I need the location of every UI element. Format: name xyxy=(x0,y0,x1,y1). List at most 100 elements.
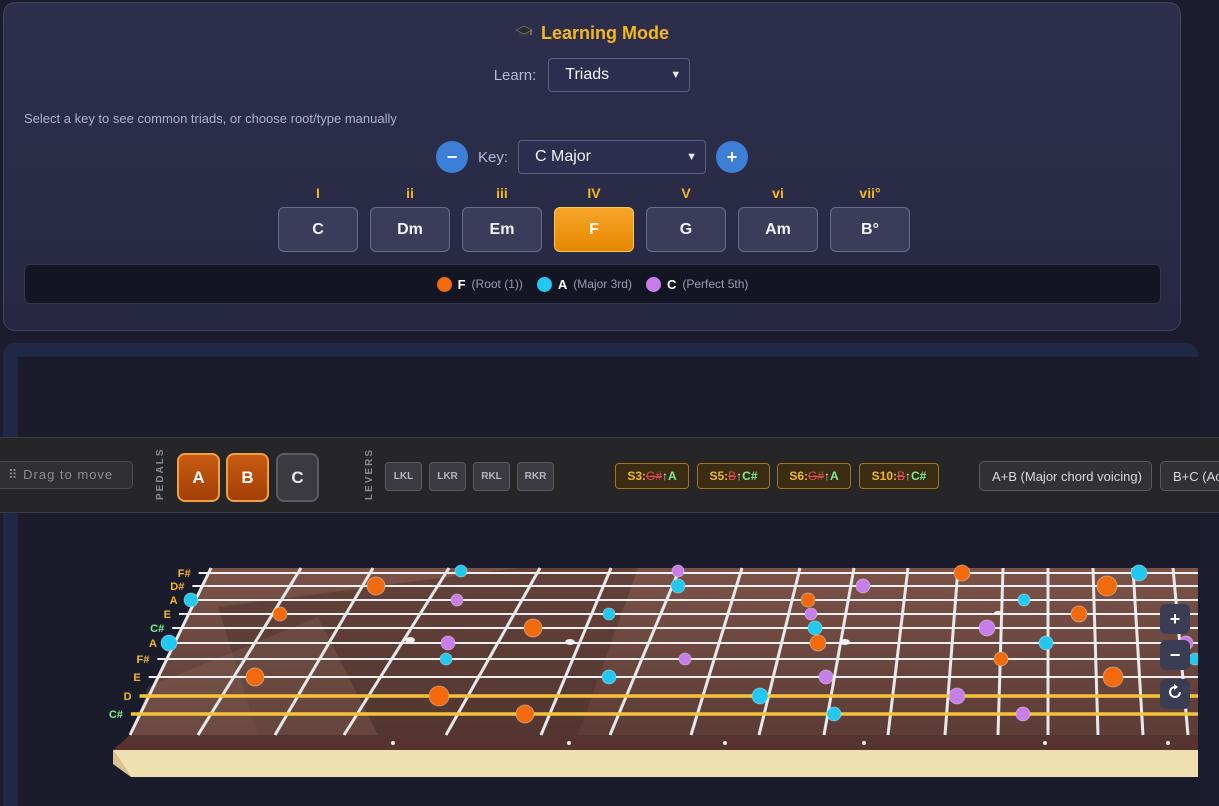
note-dot[interactable] xyxy=(272,606,288,622)
lever-rkl-button[interactable]: RKL xyxy=(473,462,510,491)
note-dot[interactable] xyxy=(670,578,686,594)
numeral-label: I xyxy=(316,185,320,201)
note-dot[interactable] xyxy=(366,576,386,596)
note-dot[interactable] xyxy=(1070,605,1088,623)
lever-lkr-button[interactable]: LKR xyxy=(429,462,466,491)
note-dot[interactable] xyxy=(953,564,971,582)
chord-button-am[interactable]: Am xyxy=(738,207,818,252)
pedal-a-button[interactable]: A xyxy=(177,453,220,502)
zoom-out-button[interactable]: − xyxy=(1160,640,1190,670)
legend-item-fifth: C (Perfect 5th) xyxy=(645,276,748,292)
key-select[interactable]: C Major ▼ xyxy=(518,140,706,174)
chord-button-g[interactable]: G xyxy=(646,207,726,252)
numeral-label: IV xyxy=(587,185,601,201)
note-dot[interactable] xyxy=(993,651,1009,667)
string-change-s5: S5: B ↑ C# xyxy=(697,463,770,489)
note-dot[interactable] xyxy=(751,687,769,705)
note-dot[interactable] xyxy=(439,652,453,666)
note-dot[interactable] xyxy=(1017,593,1031,607)
reset-icon xyxy=(1166,683,1184,706)
string-label: F# xyxy=(136,654,149,666)
note-dot[interactable] xyxy=(515,704,535,724)
note-dot[interactable] xyxy=(948,687,966,705)
fretboard-stage: F# D# A E C# A F# E D C# + − xyxy=(3,343,1198,806)
note-dot[interactable] xyxy=(826,706,842,722)
note-dot[interactable] xyxy=(671,564,685,578)
note-dot[interactable] xyxy=(978,619,996,637)
note-dot[interactable] xyxy=(1015,706,1031,722)
string-change-s10: S10: B ↑ C# xyxy=(859,463,939,489)
note-dot[interactable] xyxy=(160,634,178,652)
note-dot[interactable] xyxy=(428,685,450,707)
graduation-cap-icon xyxy=(515,25,533,43)
note-dot[interactable] xyxy=(1188,652,1198,666)
note-dot[interactable] xyxy=(804,607,818,621)
chord-button-em[interactable]: Em xyxy=(462,207,542,252)
learning-mode-panel: Learning Mode Learn: Triads ▼ Select a k… xyxy=(3,2,1181,331)
roman-numerals: I ii iii IV V vi vii° xyxy=(278,185,910,201)
note-dot[interactable] xyxy=(855,578,871,594)
pedal-b-button[interactable]: B xyxy=(226,453,269,502)
drag-handle[interactable]: ⠿ Drag to move xyxy=(0,461,133,489)
voicing-bc-button[interactable]: B+C (Ac xyxy=(1160,461,1219,491)
note-dot[interactable] xyxy=(1102,666,1124,688)
chord-button-c[interactable]: C xyxy=(278,207,358,252)
zoom-in-button[interactable]: + xyxy=(1160,604,1190,634)
note-dot[interactable] xyxy=(523,618,543,638)
numeral-label: vi xyxy=(772,185,784,201)
note-dot[interactable] xyxy=(678,652,692,666)
string-label: E xyxy=(133,672,140,684)
note-dot[interactable] xyxy=(818,669,834,685)
numeral-label: ii xyxy=(406,185,414,201)
fretboard-canvas[interactable]: F# D# A E C# A F# E D C# + − xyxy=(18,357,1198,806)
string-label: E xyxy=(164,609,171,621)
chord-button-dm[interactable]: Dm xyxy=(370,207,450,252)
lever-lkl-button[interactable]: LKL xyxy=(385,462,422,491)
string-label: C# xyxy=(150,623,164,635)
note-dot[interactable] xyxy=(602,607,616,621)
note-dot[interactable] xyxy=(1096,575,1118,597)
chevron-down-icon: ▼ xyxy=(670,69,682,81)
learn-row: Learn: Triads ▼ xyxy=(4,57,1180,93)
note-dot[interactable] xyxy=(440,635,456,651)
note-dot[interactable] xyxy=(1038,635,1054,651)
note-dot[interactable] xyxy=(183,592,199,608)
legend-item-root: F (Root (1)) xyxy=(436,276,523,292)
string-label: D xyxy=(124,691,132,703)
string-label: D# xyxy=(170,581,184,593)
string-change-s3: S3: G# ↑ A xyxy=(615,463,689,489)
note-dot[interactable] xyxy=(245,667,265,687)
numeral-label: vii° xyxy=(859,185,881,201)
string-label: A xyxy=(149,638,157,650)
key-plus-button[interactable]: + xyxy=(716,141,748,173)
legend-item-third: A (Major 3rd) xyxy=(536,276,632,292)
chord-tone-legend: F (Root (1)) A (Major 3rd) C (Perfect 5t… xyxy=(24,264,1161,304)
pedal-c-button[interactable]: C xyxy=(276,453,319,502)
numeral-label: iii xyxy=(496,185,508,201)
note-dot[interactable] xyxy=(450,593,464,607)
note-dot[interactable] xyxy=(809,634,827,652)
learn-label: Learn: xyxy=(493,66,537,84)
note-dot[interactable] xyxy=(807,620,823,636)
learn-select[interactable]: Triads ▼ xyxy=(548,58,691,92)
string-label: F# xyxy=(178,568,191,580)
key-minus-button[interactable]: − xyxy=(435,141,468,173)
string-label: A xyxy=(170,595,178,607)
chord-button-bdim[interactable]: B° xyxy=(830,207,910,252)
voicing-ab-button[interactable]: A+B (Major chord voicing) xyxy=(979,461,1152,491)
learning-mode-title: Learning Mode xyxy=(4,23,1180,44)
string-change-s6: S6: G# ↑ A xyxy=(777,463,851,489)
note-dot[interactable] xyxy=(1130,564,1148,582)
note-dot[interactable] xyxy=(800,592,816,608)
learning-hint: Select a key to see common triads, or ch… xyxy=(24,111,397,126)
levers-label: LEVERS xyxy=(364,447,375,500)
lever-rkr-button[interactable]: RKR xyxy=(517,462,554,491)
root-dot-icon xyxy=(436,276,452,292)
pedals-label: PEDALS xyxy=(155,447,166,500)
reset-view-button[interactable] xyxy=(1160,679,1190,709)
chevron-down-icon: ▼ xyxy=(686,151,697,163)
note-dot[interactable] xyxy=(601,669,617,685)
chord-button-f[interactable]: F xyxy=(554,207,634,252)
note-dot[interactable] xyxy=(454,564,468,578)
fretboard-3d: F#D#AEC#AF#EDC# xyxy=(109,564,1198,777)
